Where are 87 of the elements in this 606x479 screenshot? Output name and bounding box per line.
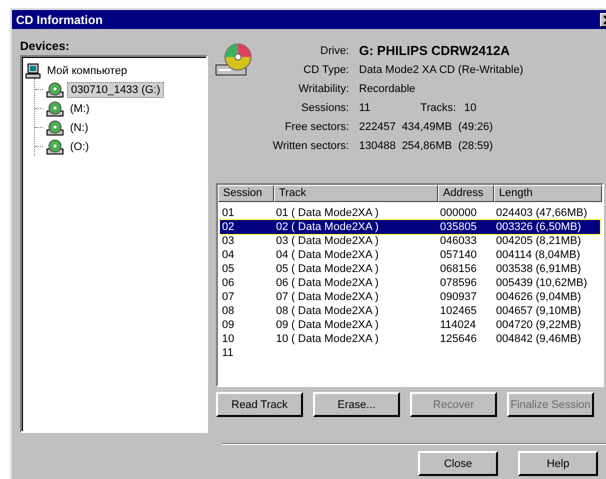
table-cell-text: 11: [221, 346, 234, 360]
table-cell-text: 003538 (6,91MB): [495, 262, 582, 276]
table-cell-text: 03: [221, 234, 236, 248]
table-row[interactable]: 08 08 ( Data Mode2XA ) 102465 004657 (9,10MB): [220, 304, 600, 318]
info-label: Sessions:: [300, 102, 349, 114]
table-row[interactable]: 04 04 ( Data Mode2XA ) 057140 004114 (8,04MB): [220, 248, 600, 262]
table-cell-text: 000000: [439, 206, 478, 220]
table-cell-text: 08: [221, 304, 236, 318]
action-button[interactable]: Erase...: [313, 392, 400, 417]
table-row[interactable]: 02 02 ( Data Mode2XA ) 035805 003326 (6,50MB): [220, 220, 600, 234]
table-cell-text: 003326 (6,50MB): [495, 220, 582, 234]
table-cell-text: 02: [221, 220, 236, 234]
table-cell-text: 09 ( Data Mode2XA ): [275, 318, 380, 332]
table-row[interactable]: 01 01 ( Data Mode2XA ) 000000 024403 (47,66MB): [220, 206, 600, 220]
device-tree[interactable]: Мой компьютер 030710_1433 (G:) (M:) (N:) (O:): [20, 55, 208, 433]
disc-drive-icon: [46, 120, 64, 136]
table-cell-text: 01 ( Data Mode2XA ): [275, 206, 380, 220]
table-cell-text: 05: [221, 262, 236, 276]
table-cell-text: 01: [221, 206, 236, 220]
table-cell-text: 005439 (10,62MB): [495, 276, 588, 290]
dialog-button[interactable]: Close: [418, 451, 498, 476]
info-label: Drive:: [319, 44, 349, 56]
tree-item[interactable]: Мой компьютер: [44, 64, 130, 78]
table-cell-text: 09: [221, 318, 236, 332]
table-cell-text: 004114 (8,04MB): [495, 248, 582, 262]
table-cell-text: 004842 (9,46MB): [495, 332, 582, 346]
info-value: 222457 434,49MB (49:26): [359, 120, 493, 132]
table-row[interactable]: 11: [220, 346, 600, 360]
info-label: Written sectors:: [272, 140, 349, 152]
table-row[interactable]: 07 07 ( Data Mode2XA ) 090937 004626 (9,04MB): [220, 290, 600, 304]
window-title: CD Information: [16, 12, 103, 26]
info-value: 10: [464, 102, 476, 114]
table-row[interactable]: 10 10 ( Data Mode2XA ) 125646 004842 (9,46MB): [220, 332, 600, 346]
disc-drive-icon: [46, 100, 64, 116]
table-cell-text: 10: [221, 332, 236, 346]
table-cell-text: 07 ( Data Mode2XA ): [275, 290, 380, 304]
info-label: Writability:: [297, 82, 349, 94]
table-cell-text: 046033: [439, 234, 478, 248]
info-value: 130488 254,86MB (28:59): [359, 140, 493, 152]
table-row[interactable]: 05 05 ( Data Mode2XA ) 068156 003538 (6,91MB): [220, 262, 600, 276]
table-cell-text: 004626 (9,04MB): [495, 290, 582, 304]
disc-drive-icon: [46, 82, 64, 98]
table-cell-text: 07: [221, 290, 236, 304]
table-cell-text: 068156: [439, 262, 478, 276]
computer-icon: [25, 62, 41, 78]
table-cell-text: 004720 (9,22MB): [495, 318, 582, 332]
table-cell-text: 004205 (8,21MB): [495, 234, 582, 248]
info-value: 11: [359, 102, 370, 114]
column-header[interactable]: Length: [494, 185, 602, 202]
table-cell-text: 125646: [439, 332, 478, 346]
info-label: Free sectors:: [284, 120, 349, 132]
tree-item[interactable]: (N:): [67, 120, 92, 134]
table-cell-text: 03 ( Data Mode2XA ): [275, 234, 380, 248]
table-cell-text: 04: [221, 248, 236, 262]
table-cell-text: 10 ( Data Mode2XA ): [275, 332, 380, 346]
table-cell-text: 004657 (9,10MB): [495, 304, 582, 318]
table-cell-text: 08 ( Data Mode2XA ): [275, 304, 380, 318]
info-value: Data Mode2 XA CD (Re-Writable): [359, 64, 524, 76]
tree-item[interactable]: (O:): [67, 140, 92, 154]
table-cell-text: 06 ( Data Mode2XA ): [275, 276, 380, 290]
table-cell-text: 024403 (47,66MB): [495, 206, 588, 220]
table-cell-text: 035805: [439, 220, 478, 234]
devices-label: Devices:: [20, 39, 70, 53]
table-cell-text: 05 ( Data Mode2XA ): [275, 262, 380, 276]
column-header[interactable]: Session: [218, 185, 274, 202]
tree-item[interactable]: 030710_1433 (G:): [67, 82, 164, 98]
table-cell-text: 02 ( Data Mode2XA ): [275, 220, 380, 234]
info-label: CD Type:: [302, 64, 349, 76]
tree-item[interactable]: (M:): [67, 102, 93, 116]
info-label: Tracks:: [420, 102, 456, 114]
column-header[interactable]: Track: [274, 185, 438, 202]
column-header[interactable]: Address: [438, 185, 494, 202]
info-value: G: PHILIPS CDRW2412A: [359, 43, 510, 58]
table-row[interactable]: 06 06 ( Data Mode2XA ) 078596 005439 (10,62MB): [220, 276, 600, 290]
dialog-button[interactable]: Help: [518, 451, 598, 476]
info-value: Recordable: [359, 82, 416, 94]
table-cell-text: 114024: [439, 318, 477, 332]
disc-drive-icon: [46, 138, 64, 154]
table-cell-text: 078596: [439, 276, 478, 290]
action-button[interactable]: Read Track: [216, 392, 303, 417]
table-cell-text: 06: [221, 276, 236, 290]
table-cell-text: 04 ( Data Mode2XA ): [275, 248, 380, 262]
table-row[interactable]: 09 09 ( Data Mode2XA ) 114024 004720 (9,22MB): [220, 318, 600, 332]
table-cell-text: 090937: [439, 290, 478, 304]
table-row[interactable]: 03 03 ( Data Mode2XA ) 046033 004205 (8,21MB): [220, 234, 600, 248]
table-cell-text: 102465: [439, 304, 478, 318]
table-cell-text: 057140: [439, 248, 478, 262]
